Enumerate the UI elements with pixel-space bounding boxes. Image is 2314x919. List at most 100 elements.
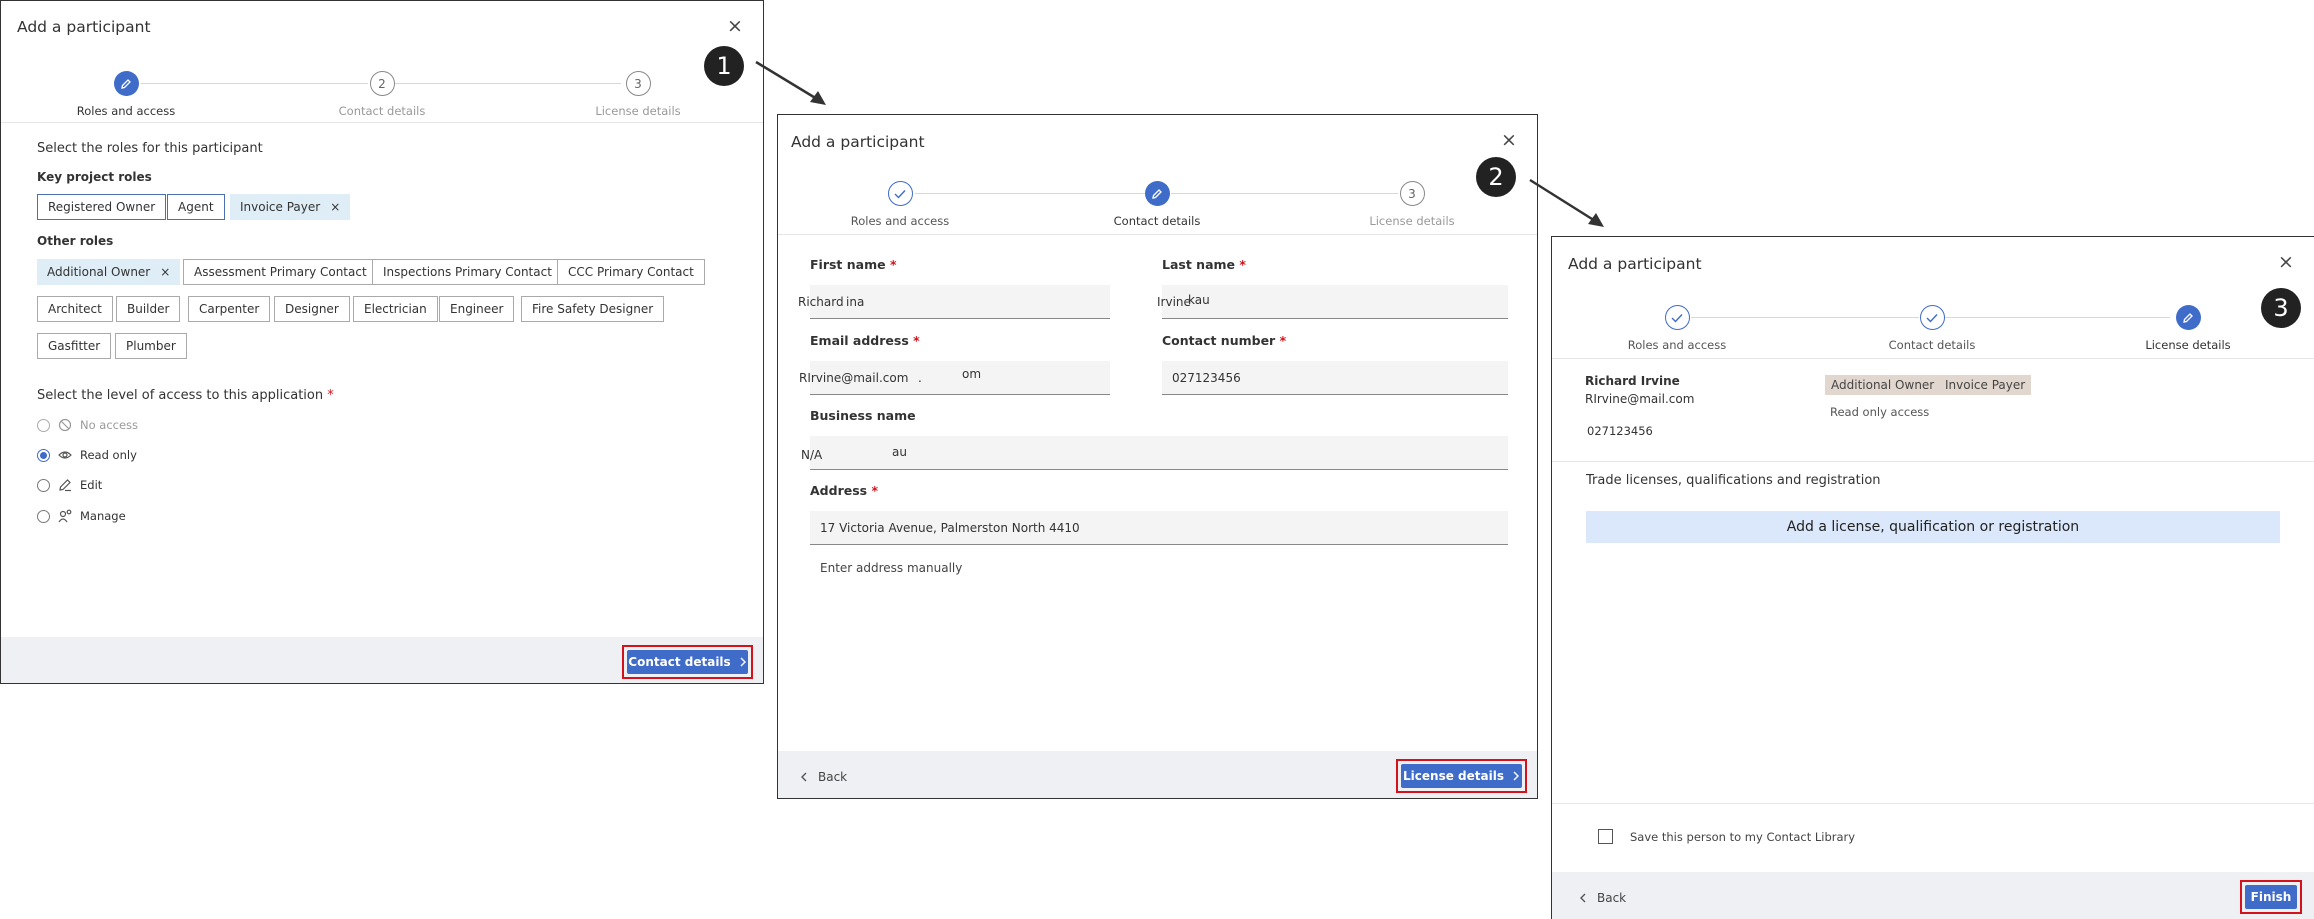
pencil-icon xyxy=(113,71,139,96)
chip-label: Invoice Payer xyxy=(240,200,321,214)
business-name-input[interactable]: N/A au xyxy=(801,436,1508,470)
step-label: License details xyxy=(2145,338,2231,352)
first-name-input[interactable]: Richard ina xyxy=(798,285,1110,319)
last-name-input[interactable]: Irvine kau xyxy=(1157,285,1508,319)
eye-icon xyxy=(58,451,72,459)
radio-no-access[interactable]: No access xyxy=(37,418,138,432)
step-contact-details[interactable]: Contact details xyxy=(1057,181,1257,228)
role-chip-invoice-payer[interactable]: Invoice Payer × xyxy=(230,194,351,220)
remove-icon[interactable]: × xyxy=(330,200,340,214)
role-chip-electrician[interactable]: Electrician xyxy=(353,296,438,322)
radio-manage[interactable]: Manage xyxy=(37,509,126,523)
step-contact-details[interactable]: 2 Contact details xyxy=(282,71,482,118)
radio-button[interactable] xyxy=(37,509,50,523)
stepper: Roles and access 2 Contact details 3 Lic… xyxy=(1,63,763,123)
dialog-header: Add a participant × xyxy=(1,1,763,55)
role-chip-plumber[interactable]: Plumber xyxy=(115,333,187,359)
dialog-title: Add a participant xyxy=(791,133,925,151)
radio-button[interactable] xyxy=(37,418,50,432)
step-number: 3 xyxy=(625,71,651,96)
pencil-icon xyxy=(1144,181,1170,206)
back-button[interactable]: Back xyxy=(800,770,847,784)
remove-icon[interactable]: × xyxy=(160,265,170,279)
dialog-license-details: Add a participant × Roles and access Con… xyxy=(1551,236,2314,919)
radio-button[interactable] xyxy=(37,448,50,462)
access-label: Select the level of access to this appli… xyxy=(37,388,324,403)
step-label: Contact details xyxy=(338,104,426,118)
checkmark-icon xyxy=(887,181,913,206)
label-text: Last name xyxy=(1162,257,1236,272)
contact-number-input[interactable]: 027123456 xyxy=(1162,361,1508,395)
contact-details-button[interactable]: Contact details xyxy=(627,650,748,674)
user-gear-icon xyxy=(58,509,72,523)
radio-label: Manage xyxy=(80,509,126,523)
role-chip-fire-safety-designer[interactable]: Fire Safety Designer xyxy=(521,296,665,322)
chevron-left-icon xyxy=(1580,893,1586,903)
back-button[interactable]: Back xyxy=(1579,891,1626,905)
field-overlay-text: om xyxy=(962,367,982,382)
step-label: License details xyxy=(595,104,681,118)
email-input[interactable]: RIrvine@mail.com . om xyxy=(799,361,1110,395)
step-label: Contact details xyxy=(1888,338,1976,352)
radio-read-only[interactable]: Read only xyxy=(37,448,137,462)
key-roles-label: Key project roles xyxy=(37,170,152,184)
add-license-button[interactable]: Add a license, qualification or registra… xyxy=(1586,511,2280,543)
checkmark-icon xyxy=(1919,305,1945,330)
licenses-heading: Trade licenses, qualifications and regis… xyxy=(1586,473,1881,488)
enter-address-manually-link[interactable]: Enter address manually xyxy=(820,561,962,575)
step-roles-and-access[interactable]: Roles and access xyxy=(26,71,226,118)
role-chip-architect[interactable]: Architect xyxy=(37,296,113,322)
step-number: 3 xyxy=(1399,181,1425,206)
required-mark: * xyxy=(1279,333,1287,348)
role-chip-agent[interactable]: Agent xyxy=(167,194,225,220)
radio-label: Read only xyxy=(80,448,137,462)
step-license-details[interactable]: License details xyxy=(2088,305,2288,352)
label-text: Email address xyxy=(810,333,909,348)
close-icon[interactable]: × xyxy=(1499,130,1519,150)
chevron-right-icon xyxy=(1513,771,1519,781)
step-roles-and-access[interactable]: Roles and access xyxy=(1577,305,1777,352)
close-icon[interactable]: × xyxy=(725,16,745,36)
divider xyxy=(1552,461,2314,462)
role-chip-assessment-primary-contact[interactable]: Assessment Primary Contact xyxy=(183,259,378,285)
role-chip-builder[interactable]: Builder xyxy=(116,296,181,322)
address-input[interactable]: 17 Victoria Avenue, Palmerston North 441… xyxy=(810,511,1508,545)
radio-button[interactable] xyxy=(37,478,50,492)
role-chip-carpenter[interactable]: Carpenter xyxy=(188,296,271,322)
close-icon[interactable]: × xyxy=(2276,252,2296,272)
step-roles-and-access[interactable]: Roles and access xyxy=(800,181,1000,228)
label-text: Contact number xyxy=(1162,333,1276,348)
license-details-button[interactable]: License details xyxy=(1401,764,1522,788)
participant-phone: 027123456 xyxy=(1587,424,1653,438)
role-chip-engineer[interactable]: Engineer xyxy=(439,296,515,322)
field-value: 17 Victoria Avenue, Palmerston North 441… xyxy=(820,520,1080,535)
role-chip-designer[interactable]: Designer xyxy=(274,296,350,322)
role-chip-ccc-primary-contact[interactable]: CCC Primary Contact xyxy=(557,259,705,285)
email-label: Email address * xyxy=(810,333,920,348)
step-contact-details[interactable]: Contact details xyxy=(1832,305,2032,352)
button-label: License details xyxy=(1403,769,1504,783)
role-chip-inspections-primary-contact[interactable]: Inspections Primary Contact xyxy=(372,259,563,285)
first-name-label: First name * xyxy=(810,257,897,272)
radio-label: No access xyxy=(80,418,139,432)
no-access-icon xyxy=(58,418,72,432)
radio-edit[interactable]: Edit xyxy=(37,478,102,492)
required-mark: * xyxy=(871,483,878,498)
role-chip-gasfitter[interactable]: Gasfitter xyxy=(37,333,112,359)
dialog-title: Add a participant xyxy=(1568,255,1702,273)
chevron-left-icon xyxy=(801,772,807,782)
role-chip-registered-owner[interactable]: Registered Owner xyxy=(37,194,167,220)
chevron-right-icon xyxy=(740,657,746,667)
other-roles-label: Other roles xyxy=(37,234,114,248)
field-overlay-text: . xyxy=(918,370,922,385)
participant-email: RIrvine@mail.com xyxy=(1585,392,1695,406)
save-contact-checkbox[interactable] xyxy=(1598,829,1613,844)
dialog-header: Add a participant × xyxy=(778,115,1537,169)
field-value: RIrvine@mail.com xyxy=(799,370,909,385)
contact-number-label: Contact number * xyxy=(1162,333,1286,348)
stepper: Roles and access Contact details 3 Licen… xyxy=(778,173,1537,235)
address-label: Address * xyxy=(810,483,878,498)
role-chip-additional-owner[interactable]: Additional Owner × xyxy=(37,259,181,285)
finish-button[interactable]: Finish xyxy=(2245,885,2297,909)
save-contact-label: Save this person to my Contact Library xyxy=(1630,830,1856,844)
